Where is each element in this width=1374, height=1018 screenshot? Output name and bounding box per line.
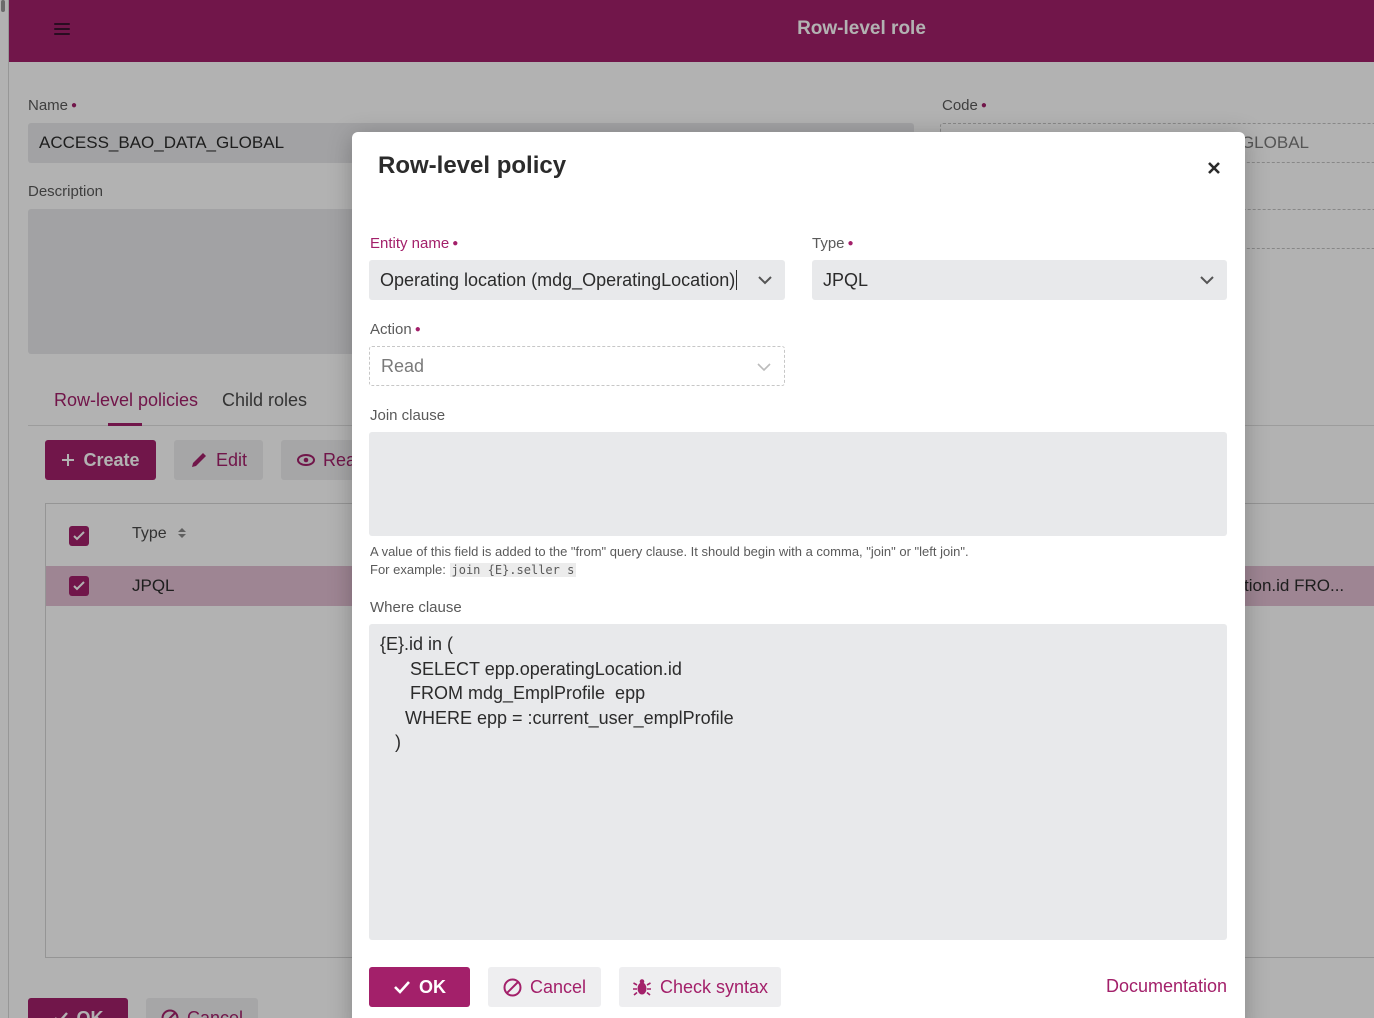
entity-name-select[interactable]: Operating location (mdg_OperatingLocatio…	[369, 260, 785, 300]
type-select[interactable]: JPQL	[812, 260, 1227, 300]
chevron-down-icon	[758, 276, 772, 285]
action-select: Read	[369, 346, 785, 386]
where-clause-label: Where clause	[370, 599, 462, 616]
where-clause-textarea[interactable]: {E}.id in ( SELECT epp.operatingLocation…	[369, 624, 1227, 940]
documentation-link[interactable]: Documentation	[1106, 976, 1227, 997]
check-icon	[394, 981, 410, 994]
dialog-title: Row-level policy	[378, 152, 567, 179]
chevron-down-icon	[1200, 276, 1214, 285]
join-clause-help: A value of this field is added to the "f…	[370, 544, 969, 577]
type-label: Type ●	[812, 235, 854, 252]
cancel-icon	[503, 978, 522, 996]
row-level-policy-dialog: Row-level policy Entity name ● Operating …	[352, 132, 1245, 1018]
action-label: Action ●	[370, 321, 421, 338]
cancel-button[interactable]: Cancel	[488, 967, 601, 1007]
join-clause-textarea[interactable]	[369, 432, 1227, 536]
chevron-down-icon	[757, 363, 771, 372]
bug-icon	[632, 979, 651, 996]
entity-name-label: Entity name ●	[370, 235, 459, 252]
close-icon[interactable]	[1202, 156, 1226, 180]
ok-button[interactable]: OK	[369, 967, 470, 1007]
join-example-code: join {E}.seller s	[449, 563, 577, 577]
check-syntax-button[interactable]: Check syntax	[619, 967, 781, 1007]
join-clause-label: Join clause	[370, 407, 446, 424]
